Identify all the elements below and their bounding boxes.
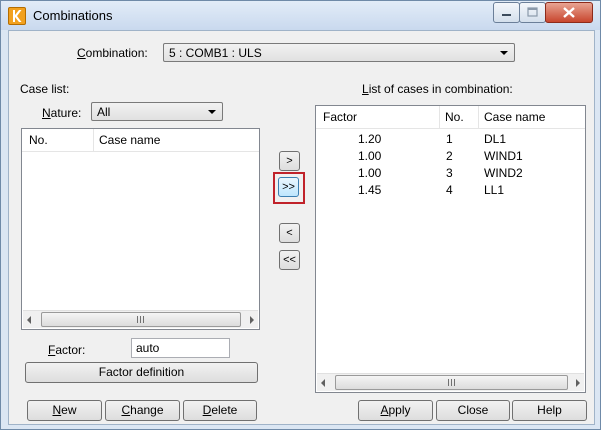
combinations-window: Combinations Combination: 5 : COMB1 : UL… (0, 0, 601, 430)
case-list[interactable]: No. Case name (21, 128, 260, 330)
close-button[interactable]: Close (436, 400, 510, 421)
column-header-no[interactable]: No. (445, 110, 464, 124)
column-header-case-name[interactable]: Case name (99, 133, 160, 147)
factor-label: Factor: (48, 343, 86, 357)
column-header-factor[interactable]: Factor (323, 110, 357, 124)
scroll-left-icon[interactable] (27, 316, 31, 324)
horizontal-scrollbar[interactable] (317, 373, 584, 391)
combination-dropdown[interactable]: 5 : COMB1 : ULS (163, 43, 515, 62)
scroll-left-icon[interactable] (321, 379, 325, 387)
minimize-button[interactable] (493, 2, 520, 23)
help-button[interactable]: Help (512, 400, 587, 421)
case-list-label: Case list: (20, 82, 70, 96)
column-header-no[interactable]: No. (29, 133, 48, 147)
combination-case-list[interactable]: Factor No. Case name 1.20 1 DL1 1.00 2 W… (315, 105, 586, 393)
change-button[interactable]: Change (105, 400, 180, 421)
scrollbar-thumb[interactable] (41, 312, 241, 327)
combination-value: 5 : COMB1 : ULS (169, 46, 262, 60)
minimize-icon (502, 14, 511, 16)
scroll-right-icon[interactable] (576, 379, 580, 387)
nature-label: Nature: (42, 106, 82, 120)
nature-value: All (97, 105, 111, 119)
combination-list-label: List of cases in combination: (362, 82, 513, 96)
nature-dropdown[interactable]: All (91, 102, 223, 121)
scroll-right-icon[interactable] (250, 316, 254, 324)
chevron-down-icon (500, 51, 508, 55)
remove-selected-button[interactable]: < (279, 223, 300, 243)
new-button[interactable]: New (27, 400, 102, 421)
factor-definition-button[interactable]: Factor definition (25, 362, 258, 383)
add-all-button[interactable]: >> (278, 177, 299, 197)
dialog-client-area: Combination: 5 : COMB1 : ULS Case list: … (8, 30, 595, 425)
grip-icon (137, 316, 146, 323)
table-row[interactable]: 1.00 2 WIND1 (316, 148, 585, 165)
scrollbar-thumb[interactable] (335, 375, 568, 390)
factor-value: auto (136, 341, 160, 355)
close-icon (563, 7, 575, 18)
combination-list-header: Factor No. Case name (316, 106, 585, 129)
close-window-button[interactable] (545, 2, 593, 23)
title-bar[interactable]: Combinations (1, 1, 600, 30)
maximize-icon (527, 7, 538, 17)
case-list-header: No. Case name (22, 129, 259, 152)
remove-all-button[interactable]: << (279, 250, 300, 270)
combination-label: Combination: (77, 46, 148, 60)
add-selected-button[interactable]: > (279, 151, 300, 171)
factor-input[interactable]: auto (131, 338, 230, 358)
app-logo-icon (8, 7, 26, 25)
table-row[interactable]: 1.45 4 LL1 (316, 182, 585, 199)
grip-icon (447, 379, 457, 386)
horizontal-scrollbar[interactable] (23, 310, 258, 328)
chevron-down-icon (208, 110, 216, 114)
delete-button[interactable]: Delete (183, 400, 257, 421)
column-header-case-name[interactable]: Case name (484, 110, 545, 124)
table-row[interactable]: 1.00 3 WIND2 (316, 165, 585, 182)
table-row[interactable]: 1.20 1 DL1 (316, 131, 585, 148)
apply-button[interactable]: Apply (358, 400, 433, 421)
maximize-button[interactable] (519, 2, 546, 23)
window-title: Combinations (33, 8, 113, 23)
